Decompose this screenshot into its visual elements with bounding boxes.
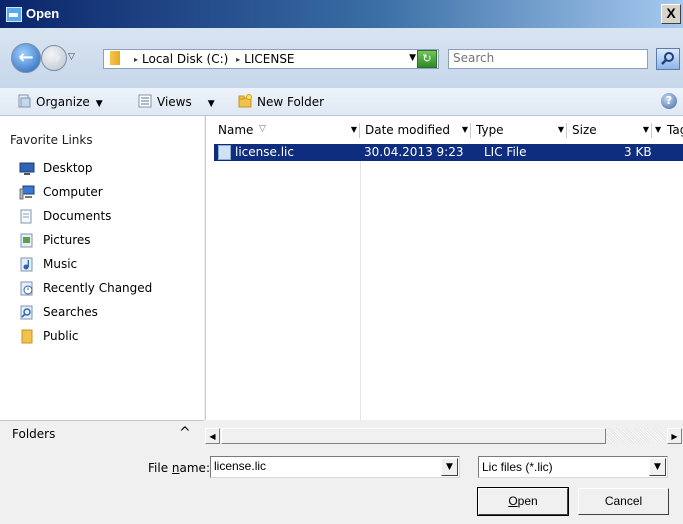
breadcrumb-arrow-icon[interactable]: ▸ [134, 55, 138, 64]
window-title: Open [26, 6, 60, 21]
column-divider [360, 144, 361, 420]
open-dialog: Open X ← → ▽ ▸ Local Disk (C:) ▸ LICENSE ▼… [0, 0, 683, 524]
chevron-down-icon[interactable]: ▼ [558, 125, 564, 134]
back-button[interactable]: ← [11, 43, 41, 73]
chevron-down-icon[interactable]: ▼ [643, 125, 649, 134]
new-folder-button[interactable]: New Folder [238, 94, 324, 109]
file-name-input[interactable] [211, 457, 432, 475]
chevron-down-icon[interactable]: ▼ [462, 125, 468, 134]
organize-menu[interactable]: Organize ▼ [17, 94, 103, 109]
table-row[interactable]: license.lic 30.04.2013 9:23 LIC File 3 K… [214, 144, 683, 161]
new-folder-label: New Folder [257, 95, 325, 109]
organize-label: Organize [36, 95, 90, 109]
file-name-combobox[interactable]: ▼ [210, 456, 460, 478]
pictures-icon [20, 233, 33, 248]
close-button[interactable]: X [661, 4, 681, 24]
search-box[interactable] [448, 49, 648, 69]
sidebar-item-label: Searches [43, 305, 98, 319]
help-icon[interactable]: ? [661, 93, 677, 109]
chevron-down-icon[interactable]: ▼ [351, 125, 357, 134]
scroll-right-button[interactable]: ▶ [667, 428, 682, 444]
address-row: ← → ▽ ▸ Local Disk (C:) ▸ LICENSE ▼ ↻ [0, 28, 683, 88]
breadcrumb: ▸ Local Disk (C:) ▸ LICENSE [134, 52, 295, 66]
chevron-down-icon: ▼ [207, 99, 215, 109]
forward-button[interactable]: → [41, 45, 67, 71]
file-type-value: Lic files (*.lic) [482, 460, 553, 474]
searches-icon [20, 305, 33, 320]
search-input[interactable] [449, 50, 641, 66]
column-header-size[interactable]: Size ▼ [568, 123, 652, 138]
sidebar-item-label: Documents [43, 209, 112, 223]
new-folder-icon [238, 94, 252, 108]
file-type-select[interactable]: Lic files (*.lic) ▼ [478, 456, 668, 478]
column-header-date-modified[interactable]: Date modified ▼ [361, 123, 471, 138]
folders-toggle-bar[interactable]: Folders ^ [0, 420, 204, 447]
sort-icon: ▽ [259, 124, 266, 134]
cancel-button[interactable]: Cancel [578, 488, 669, 515]
file-name-label: File name: [148, 461, 210, 475]
folders-label: Folders [12, 427, 56, 441]
sidebar-item-label: Public [43, 329, 79, 343]
folder-icon [108, 51, 122, 65]
recent-icon [20, 281, 33, 296]
breadcrumb-arrow-icon[interactable]: ▸ [236, 55, 240, 64]
search-button[interactable] [656, 48, 680, 70]
search-icon [661, 52, 674, 65]
views-menu[interactable]: Views ▼ [138, 94, 215, 109]
sidebar-item-label: Desktop [43, 161, 93, 175]
back-arrow-icon: ← [18, 47, 34, 68]
computer-icon [19, 185, 35, 200]
file-modified: 30.04.2013 9:23 [364, 145, 464, 159]
forward-arrow-icon: → [47, 48, 61, 67]
file-name: license.lic [235, 145, 294, 159]
refresh-button[interactable]: ↻ [417, 50, 437, 68]
breadcrumb-local-disk[interactable]: Local Disk (C:) [142, 52, 228, 66]
scroll-thumb[interactable] [221, 428, 606, 444]
open-button[interactable]: Open [477, 487, 569, 516]
file-icon [218, 145, 231, 160]
file-size: 3 KB [624, 145, 652, 159]
chevron-down-icon[interactable]: ▼ [655, 125, 661, 134]
recent-pages-dropdown[interactable]: ▽ [68, 52, 75, 62]
chevron-down-icon: ▼ [95, 99, 103, 109]
address-dropdown-icon[interactable]: ▼ [409, 53, 416, 63]
chevron-up-icon[interactable]: ^ [179, 425, 191, 441]
documents-icon [20, 209, 32, 224]
scroll-left-button[interactable]: ◀ [205, 428, 220, 444]
sidebar-item-label: Music [43, 257, 78, 271]
dialog-app-icon [6, 7, 22, 22]
sidebar-item-label: Pictures [43, 233, 91, 247]
command-bar: Organize ▼ Views ▼ New Folder ? [0, 88, 683, 116]
address-bar[interactable]: ▸ Local Disk (C:) ▸ LICENSE ▼ ↻ [103, 49, 439, 69]
column-header-tags[interactable]: Tags ▼ [653, 123, 683, 138]
column-header-type[interactable]: Type ▼ [472, 123, 567, 138]
views-label: Views [157, 95, 192, 109]
chevron-down-icon[interactable]: ▼ [441, 458, 458, 476]
title-bar: Open X [0, 0, 683, 28]
organize-icon [18, 94, 31, 108]
views-icon [138, 94, 152, 108]
sidebar-item-label: Recently Changed [43, 281, 153, 295]
desktop-icon [19, 162, 35, 175]
sidebar-item-label: Computer [43, 185, 103, 199]
column-header-name[interactable]: Name ▽ ▼ [214, 123, 360, 138]
folder-icon [21, 329, 33, 344]
column-headers: Name ▽ ▼ Date modified ▼ Type ▼ Size ▼ T… [206, 123, 683, 139]
chevron-down-icon[interactable]: ▼ [649, 458, 666, 476]
breadcrumb-license[interactable]: LICENSE [244, 52, 294, 66]
music-icon [20, 257, 33, 272]
favorite-links-heading: Favorite Links [10, 133, 93, 147]
file-list: Name ▽ ▼ Date modified ▼ Type ▼ Size ▼ T… [205, 116, 683, 420]
horizontal-scrollbar[interactable]: ◀ ▶ [205, 428, 683, 444]
file-type: LIC File [484, 145, 527, 159]
navigation-pane: Favorite Links Desktop Computer Document… [0, 116, 204, 420]
